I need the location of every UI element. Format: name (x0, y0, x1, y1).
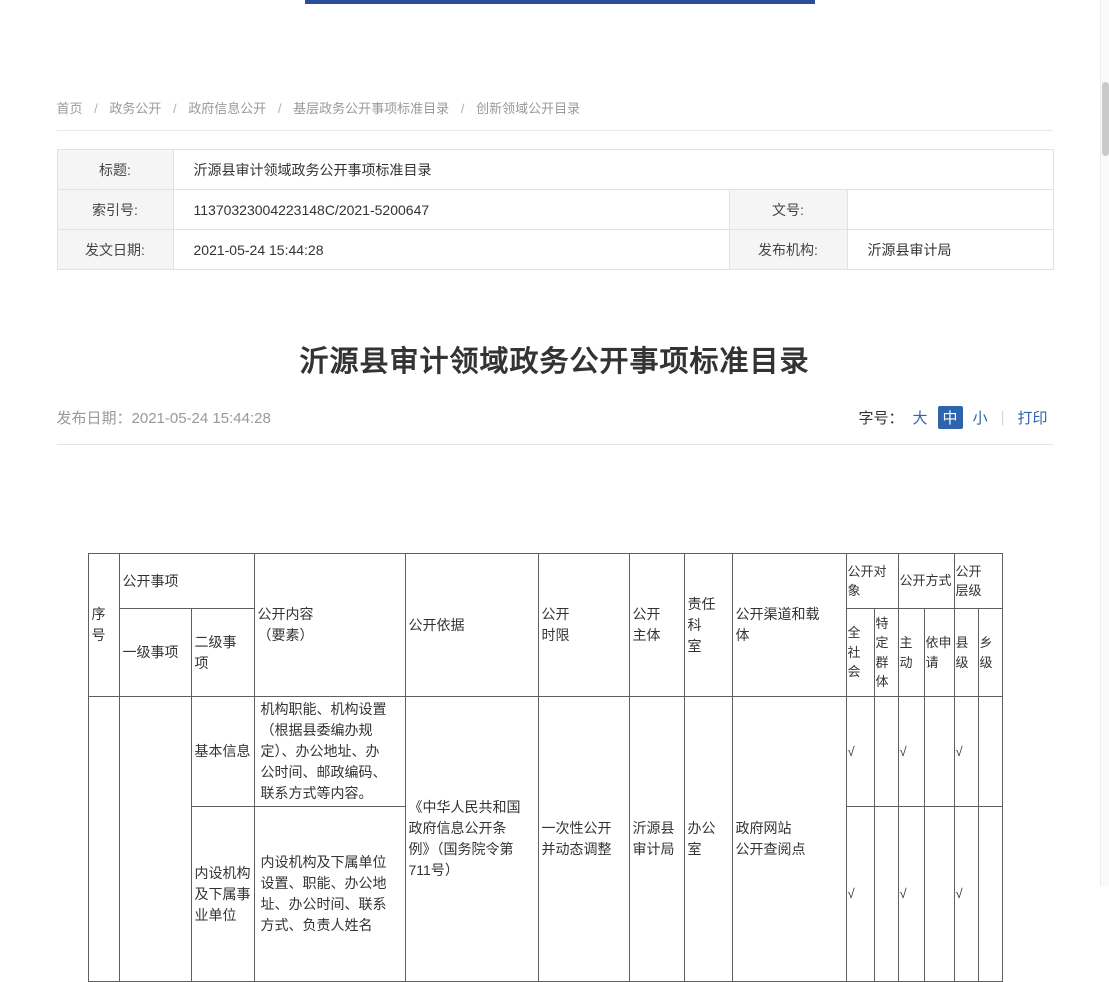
header-xuhao: 序 号 (88, 554, 119, 697)
header-zeren-keshi: 责任科 室 (684, 554, 732, 697)
meta-index-value: 11370323004223148C/2021-5200647 (173, 190, 729, 230)
meta-row-date: 发文日期: 2021-05-24 15:44:28 发布机构: 沂源县审计局 (57, 230, 1053, 270)
cell-check-xianji: √ (954, 697, 978, 807)
cell-check-yishenqing (924, 697, 954, 807)
breadcrumb-chuangxin-lingyu[interactable]: 创新领域公开目录 (476, 101, 580, 116)
breadcrumb: 首页 / 政务公开 / 政府信息公开 / 基层政务公开事项标准目录 / 创新领域… (57, 98, 1053, 131)
scrollbar-thumb[interactable] (1102, 82, 1109, 156)
header-gongkai-cengji: 公开 层级 (954, 554, 1002, 609)
cell-gongkai-shixian: 一次性公开 并动态调整 (538, 697, 629, 982)
cell-gongkai-qudao: 政府网站 公开查阅点 (732, 697, 846, 982)
breadcrumb-separator: / (173, 101, 177, 116)
font-size-large-button[interactable]: 大 (913, 407, 928, 428)
cell-gongkai-yiju: 《中华人民共和国 政府信息公开条 例》（国务院令第 711号） (405, 697, 538, 982)
font-size-small-button[interactable]: 小 (973, 407, 988, 428)
meta-index-label: 索引号: (57, 190, 173, 230)
cell-check-xiangji (978, 697, 1002, 807)
meta-title-value: 沂源县审计领域政务公开事项标准目录 (173, 150, 1053, 190)
cell-zeren-keshi: 办公室 (684, 697, 732, 982)
meta-row-index: 索引号: 11370323004223148C/2021-5200647 文号: (57, 190, 1053, 230)
cell-check-quanshehui: √ (846, 697, 874, 807)
breadcrumb-zhengfu-xinxi-gongkai[interactable]: 政府信息公开 (188, 101, 266, 116)
font-size-label: 字号： (859, 407, 904, 428)
cell-check-yishenqing (924, 807, 954, 982)
cell-check-zhudong: √ (898, 697, 924, 807)
cell-gongkai-neirong: 机构职能、机构设置 （根据县委编办规 定）、办公地址、办 公时间、邮政编码、 联… (254, 697, 405, 807)
publish-date-value: 2021-05-24 15:44:28 (132, 410, 271, 427)
meta-org-value: 沂源县审计局 (847, 230, 1053, 270)
meta-row-title: 标题: 沂源县审计领域政务公开事项标准目录 (57, 150, 1053, 190)
cell-check-quanshehui: √ (846, 807, 874, 982)
cell-check-xiangji (978, 807, 1002, 982)
font-size-tools: 字号： 大 中 小 | 打印 (859, 406, 1053, 429)
catalog-row-basic-info: 基本信息 机构职能、机构设置 （根据县委编办规 定）、办公地址、办 公时间、邮政… (88, 697, 1002, 807)
cell-gongkai-zhuti: 沂源县审计局 (629, 697, 684, 982)
header-gongkai-zhuti: 公开 主体 (629, 554, 684, 697)
meta-org-label: 发布机构: (729, 230, 847, 270)
meta-docno-label: 文号: (729, 190, 847, 230)
breadcrumb-separator: / (94, 101, 98, 116)
publish-date: 发布日期：2021-05-24 15:44:28 (57, 407, 271, 428)
cell-erji-shixiang: 内设机构及下属事业单位 (191, 807, 254, 982)
breadcrumb-jiceng-mulu[interactable]: 基层政务公开事项标准目录 (293, 101, 449, 116)
header-gongkai-duixiang: 公开对 象 (846, 554, 898, 609)
header-gongkai-shixiang: 公开事项 (119, 554, 254, 609)
cell-xuhao (88, 697, 119, 982)
meta-date-value: 2021-05-24 15:44:28 (173, 230, 729, 270)
header-gongkai-yiju: 公开依据 (405, 554, 538, 697)
header-xianji: 县级 (954, 609, 978, 697)
header-gongkai-shixian: 公开 时限 (538, 554, 629, 697)
header-yishenqing: 依申 请 (924, 609, 954, 697)
catalog-table: 序 号 公开事项 公开内容 （要素） 公开依据 公开 时限 公开 主体 责任科 … (88, 553, 1003, 982)
cell-check-xianji: √ (954, 807, 978, 982)
header-teding-qunti: 特定群体 (874, 609, 898, 697)
page-container: 首页 / 政务公开 / 政府信息公开 / 基层政务公开事项标准目录 / 创新领域… (57, 0, 1053, 982)
header-gongkai-fangshi: 公开方式 (898, 554, 954, 609)
print-button[interactable]: 打印 (1017, 407, 1047, 428)
header-yiji-shixiang: 一级事项 (119, 609, 191, 697)
meta-date-label: 发文日期: (57, 230, 173, 270)
publish-date-label: 发布日期： (57, 410, 132, 427)
catalog-header-row-1: 序 号 公开事项 公开内容 （要素） 公开依据 公开 时限 公开 主体 责任科 … (88, 554, 1002, 609)
header-quanshehui: 全社 会 (846, 609, 874, 697)
header-erji-shixiang: 二级事 项 (191, 609, 254, 697)
breadcrumb-separator: / (461, 101, 465, 116)
font-size-medium-button[interactable]: 中 (938, 406, 963, 429)
cell-check-teding (874, 807, 898, 982)
breadcrumb-zhengwu-gongkai[interactable]: 政务公开 (109, 101, 161, 116)
header-gongkai-neirong: 公开内容 （要素） (254, 554, 405, 697)
meta-docno-value (847, 190, 1053, 230)
scrollbar[interactable] (1100, 0, 1109, 886)
cell-check-teding (874, 697, 898, 807)
header-gongkai-qudao: 公开渠道和载 体 (732, 554, 846, 697)
publish-toolbar: 发布日期：2021-05-24 15:44:28 字号： 大 中 小 | 打印 (57, 406, 1053, 445)
cell-gongkai-neirong: 内设机构及下属单位 设置、职能、办公地 址、办公时间、联系 方式、负责人姓名 (254, 807, 405, 982)
cell-erji-shixiang: 基本信息 (191, 697, 254, 807)
document-meta-table: 标题: 沂源县审计领域政务公开事项标准目录 索引号: 1137032300422… (57, 149, 1054, 270)
cell-yiji-shixiang (119, 697, 191, 982)
toolbar-divider: | (1001, 409, 1005, 426)
meta-title-label: 标题: (57, 150, 173, 190)
cell-check-zhudong: √ (898, 807, 924, 982)
breadcrumb-separator: / (278, 101, 282, 116)
top-nav-strip (305, 0, 815, 4)
header-zhudong: 主动 (898, 609, 924, 697)
article-title: 沂源县审计领域政务公开事项标准目录 (57, 338, 1053, 380)
breadcrumb-home[interactable]: 首页 (57, 101, 83, 116)
header-xiangji: 乡级 (978, 609, 1002, 697)
